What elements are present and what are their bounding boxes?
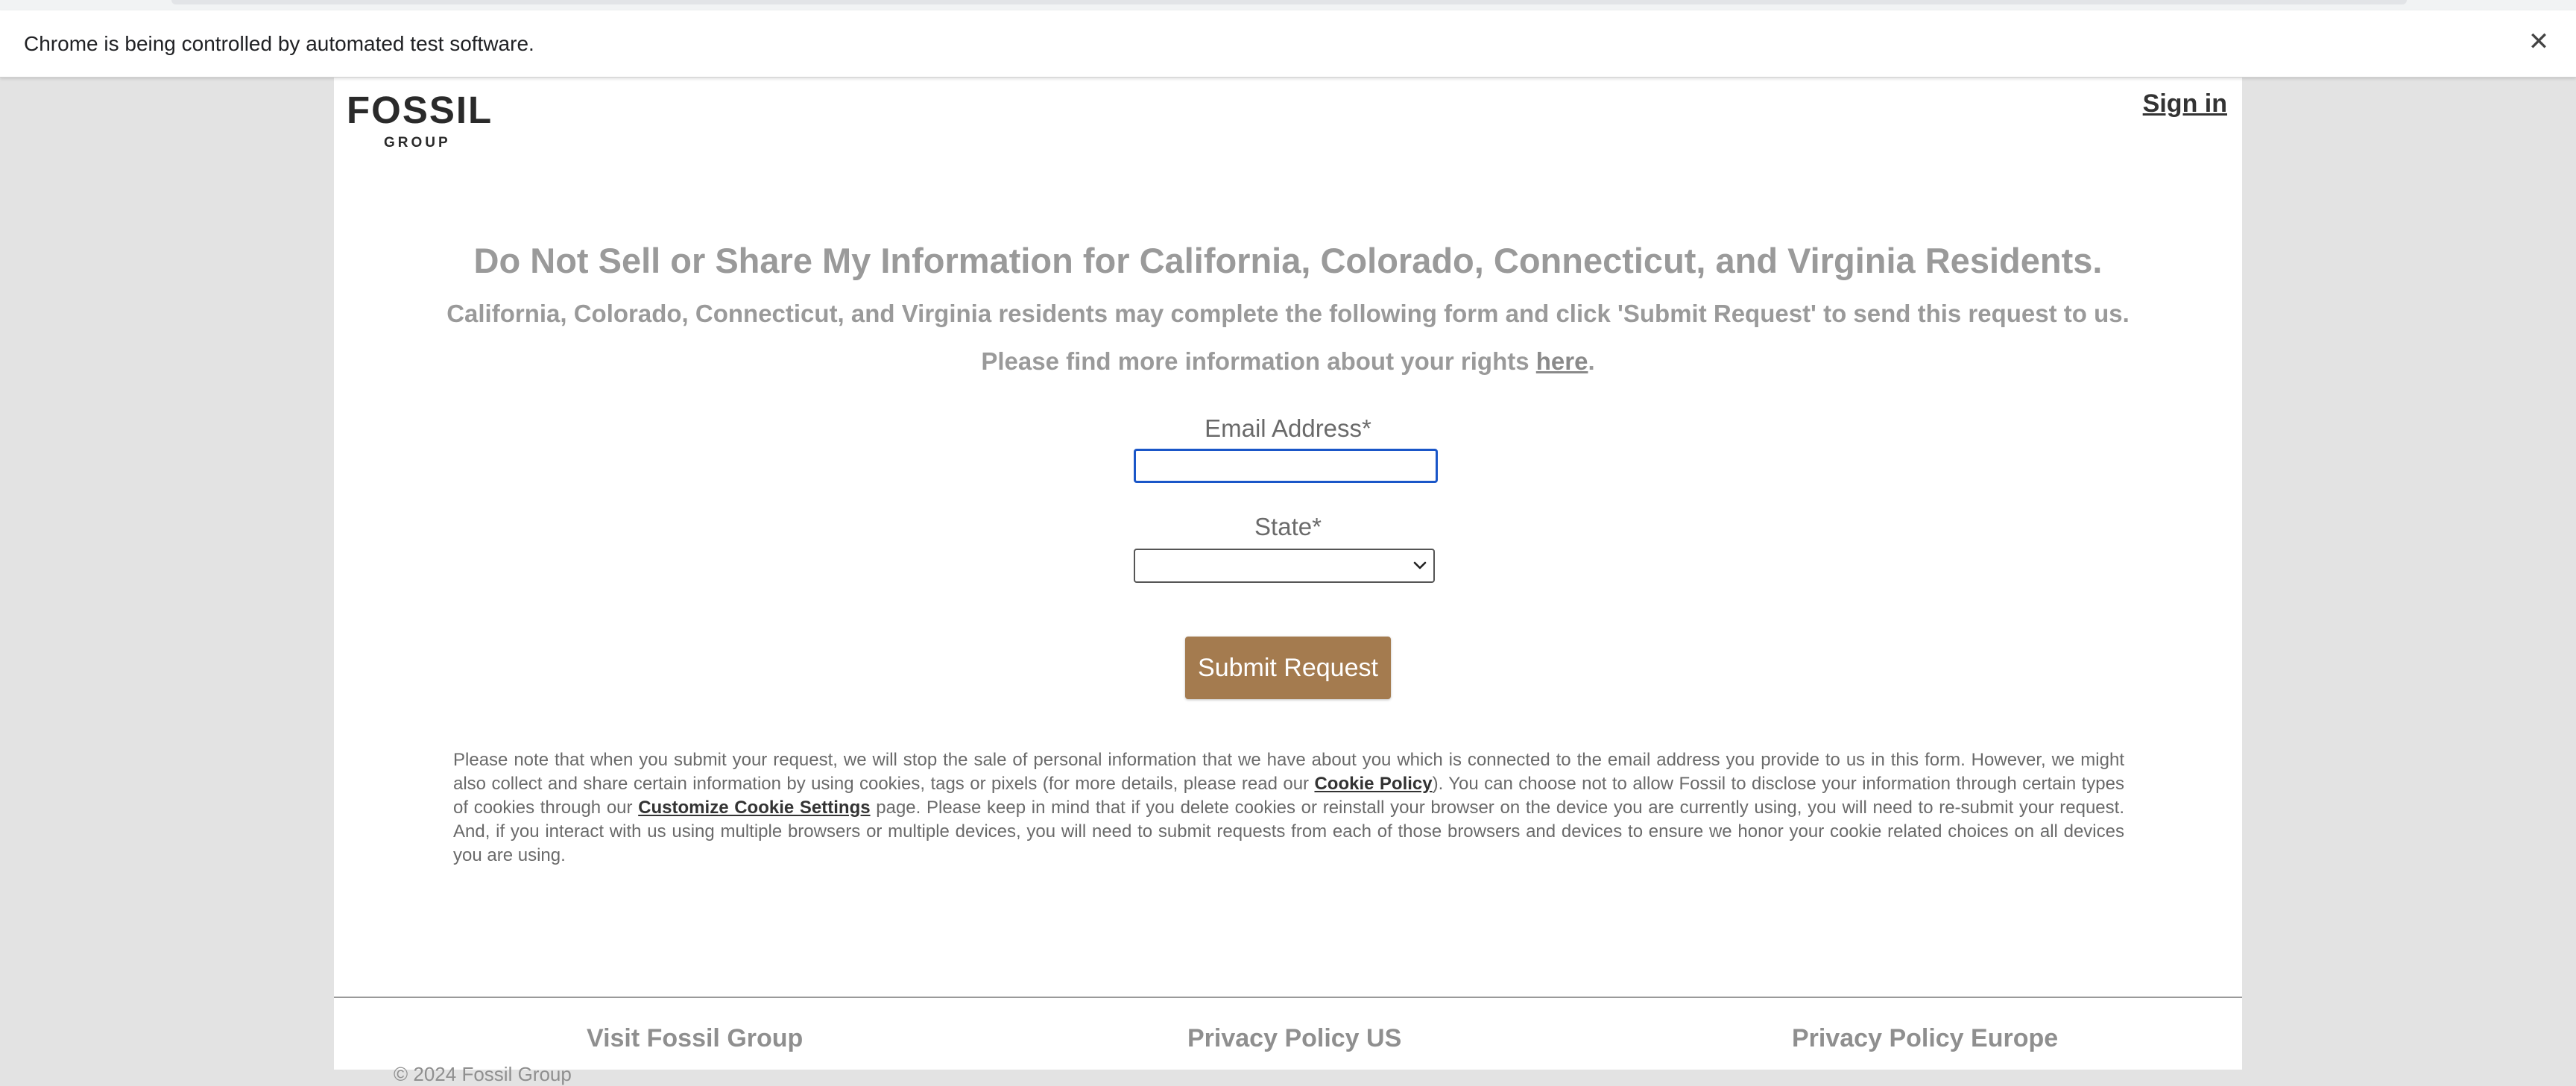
- close-icon[interactable]: ✕: [2524, 27, 2554, 57]
- page-subtitle: California, Colorado, Connecticut, and V…: [446, 300, 2130, 327]
- privacy-policy-europe-link[interactable]: Privacy Policy Europe: [1792, 1024, 2058, 1053]
- automation-infobar: Chrome is being controlled by automated …: [0, 10, 2576, 78]
- privacy-policy-us-link[interactable]: Privacy Policy US: [1187, 1024, 1401, 1053]
- email-field[interactable]: [1134, 449, 1438, 483]
- logo-subtext: GROUP: [384, 135, 451, 151]
- rights-suffix: .: [1588, 347, 1595, 375]
- logo-wordmark: FOSSIL: [347, 89, 493, 131]
- submit-request-button[interactable]: Submit Request: [1185, 637, 1391, 699]
- address-bar-edge: [171, 0, 2407, 4]
- browser-tabstrip: [0, 0, 2576, 10]
- email-label: Email Address*: [1205, 414, 1371, 442]
- visit-fossil-group-link[interactable]: Visit Fossil Group: [587, 1024, 803, 1053]
- copyright-text: © 2024 Fossil Group: [394, 1063, 572, 1085]
- customize-cookie-settings-link[interactable]: Customize Cookie Settings: [638, 798, 870, 818]
- rights-line: Please find more information about your …: [334, 347, 2242, 376]
- rights-prefix: Please find more information about your …: [981, 347, 1536, 375]
- rights-here-link[interactable]: here: [1536, 347, 1588, 375]
- state-select[interactable]: [1134, 549, 1435, 583]
- fossil-group-logo[interactable]: FOSSIL GROUP: [347, 89, 496, 151]
- page-content: FOSSIL GROUP Sign in Do Not Sell or Shar…: [334, 78, 2242, 1085]
- chevron-down-icon: [1413, 561, 1427, 569]
- sign-in-link[interactable]: Sign in: [2143, 89, 2227, 119]
- page-title: Do Not Sell or Share My Information for …: [473, 241, 2103, 280]
- footer-divider: [334, 997, 2242, 998]
- infobar-message: Chrome is being controlled by automated …: [24, 32, 534, 55]
- cookie-notice: Please note that when you submit your re…: [453, 748, 2124, 868]
- cookie-policy-link[interactable]: Cookie Policy: [1314, 774, 1432, 794]
- state-label: State*: [1254, 513, 1322, 540]
